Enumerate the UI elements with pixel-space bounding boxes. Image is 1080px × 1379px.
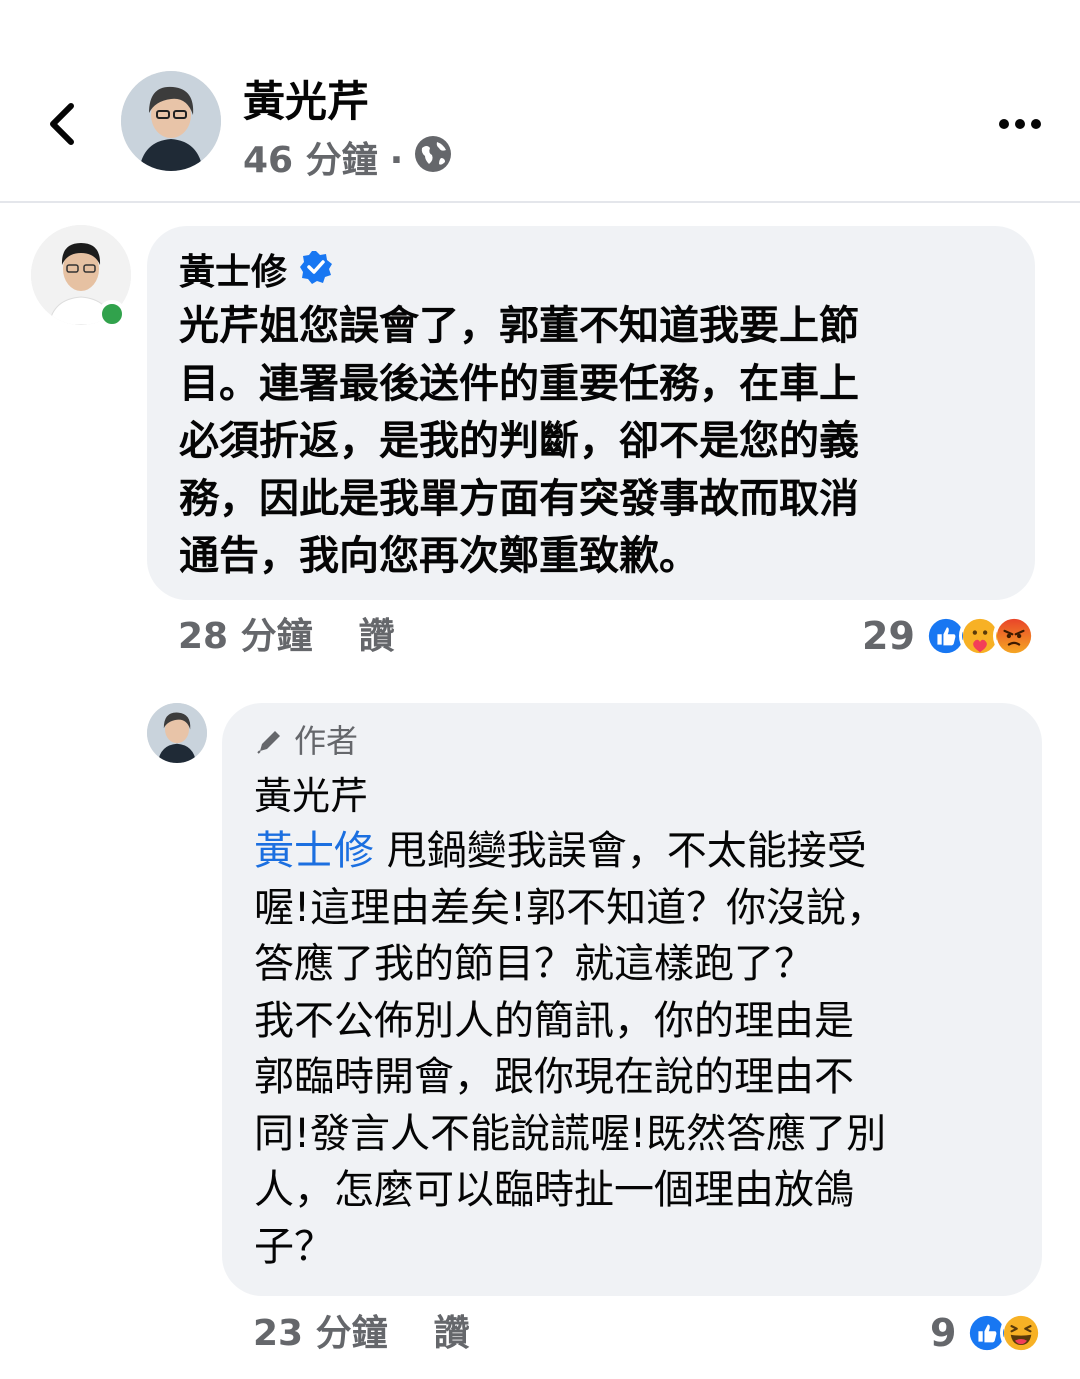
author-badge: 作者: [254, 721, 1042, 761]
comment-author-name[interactable]: 黃士修: [179, 248, 287, 298]
verified-badge-icon: [287, 248, 333, 298]
mention-link[interactable]: 黃士修: [254, 828, 374, 874]
reply-text: 黃士修 甩鍋變我誤會，不太能接受 喔!這理由差矣!郭不知道？你沒說， 答應了我的…: [254, 823, 1029, 1275]
more-dots-icon[interactable]: [996, 104, 1044, 144]
globe-icon: [413, 134, 453, 187]
facebook-comment-thread: 黃光芹 46 分鐘 · 黃士修 光芹姐您誤會了，郭董不知道我要上節 目。連署最後…: [0, 0, 1080, 1379]
post-header: 黃光芹 46 分鐘 ·: [0, 0, 1080, 203]
online-status-dot: [98, 300, 126, 328]
reply-author-name[interactable]: 黃光芹: [254, 771, 1042, 821]
angry-reaction-icon: [992, 615, 1035, 657]
reaction-count: 29: [862, 614, 915, 658]
comment-text: 光芹姐您誤會了，郭董不知道我要上節 目。連署最後送件的重要任務，在車上 必須折返…: [179, 303, 859, 579]
reply-actions: 23 分鐘 讚: [253, 1311, 470, 1357]
haha-reaction-icon: [1000, 1312, 1043, 1354]
reply-body: 甩鍋變我誤會，不太能接受 喔!這理由差矣!郭不知道？你沒說， 答應了我的節目？就…: [254, 828, 887, 1270]
post-time[interactable]: 46 分鐘: [243, 137, 378, 185]
reply-like-button[interactable]: 讚: [434, 1311, 470, 1357]
reply-reaction-summary[interactable]: 9: [930, 1311, 1043, 1355]
meta-separator: ·: [389, 139, 404, 181]
comment-time[interactable]: 28 分鐘: [178, 614, 313, 660]
post-author-avatar[interactable]: [121, 71, 221, 171]
like-button[interactable]: 讚: [359, 614, 395, 660]
reply-reaction-count: 9: [930, 1311, 957, 1355]
post-meta: 46 分鐘 ·: [243, 134, 453, 187]
comment-author: 黃士修: [179, 248, 1035, 298]
comment-bubble: 黃士修 光芹姐您誤會了，郭董不知道我要上節 目。連署最後送件的重要任務，在車上 …: [147, 226, 1035, 600]
pencil-icon: [257, 731, 280, 754]
post-author-name[interactable]: 黃光芹: [243, 76, 369, 128]
reply-author-avatar[interactable]: [147, 703, 207, 763]
reaction-summary[interactable]: 29: [862, 614, 1035, 658]
comment-actions: 28 分鐘 讚: [178, 614, 395, 660]
chevron-left-icon[interactable]: [38, 98, 86, 150]
reply-bubble: 作者 黃光芹 黃士修 甩鍋變我誤會，不太能接受 喔!這理由差矣!郭不知道？你沒說…: [222, 703, 1042, 1296]
reply-time[interactable]: 23 分鐘: [253, 1311, 388, 1357]
author-badge-label: 作者: [294, 722, 359, 760]
